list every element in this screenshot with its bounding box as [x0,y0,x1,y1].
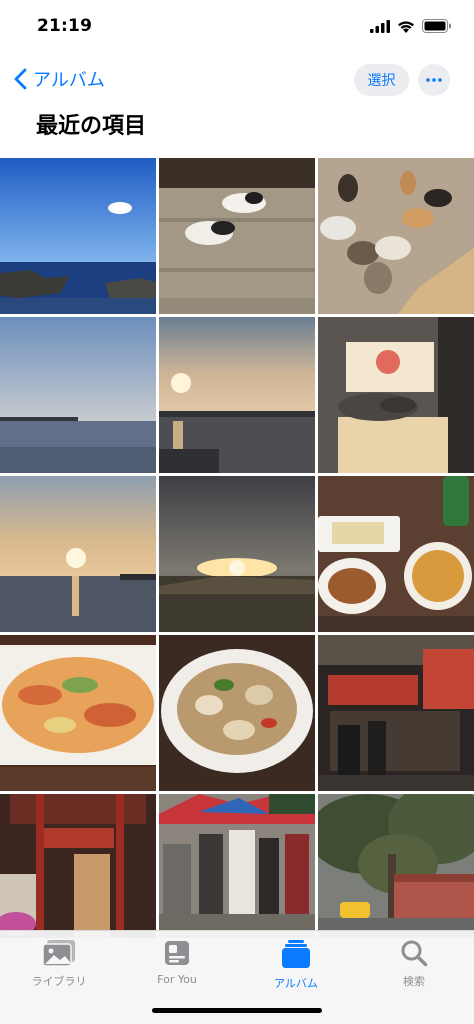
photo-grid [0,158,474,938]
photo-thumbnail[interactable] [0,158,156,314]
page-title: 最近の項目 [36,114,147,139]
photo-thumbnail[interactable] [318,635,474,791]
tab-library[interactable]: ライブラリ [9,939,109,989]
back-button-label: アルバム [33,70,105,91]
tab-albums[interactable]: アルバム [246,939,346,991]
ellipsis-icon [426,78,442,82]
for-you-icon [165,941,189,965]
cellular-signal-icon [370,19,390,33]
photo-thumbnail[interactable] [318,317,474,473]
chevron-left-icon [14,68,27,90]
photo-thumbnail[interactable] [0,635,156,791]
search-icon [401,940,428,967]
tab-bar: ライブラリ For You アルバム 検索 [0,930,474,1024]
photo-thumbnail[interactable] [0,317,156,473]
photo-thumbnail[interactable] [0,476,156,632]
status-time: 21:19 [37,16,93,36]
battery-icon [422,19,451,33]
home-indicator[interactable] [152,1008,322,1013]
tab-albums-label: アルバム [274,977,318,990]
albums-icon [282,940,310,968]
back-button[interactable]: アルバム [14,66,105,92]
tab-library-label: ライブラリ [31,975,87,988]
photo-thumbnail[interactable] [318,158,474,314]
photo-thumbnail[interactable] [159,476,315,632]
wifi-icon [398,20,414,33]
photo-thumbnail[interactable] [159,635,315,791]
more-button[interactable] [418,64,450,96]
select-button[interactable]: 選択 [354,64,409,96]
photo-thumbnail[interactable] [318,476,474,632]
photo-thumbnail[interactable] [159,158,315,314]
photo-thumbnail[interactable] [159,317,315,473]
photo-library-icon [42,940,75,967]
photo-thumbnail[interactable] [0,794,156,938]
photo-thumbnail[interactable] [159,794,315,938]
status-icons [370,19,452,33]
tab-for-you-label: For You [157,973,197,986]
tab-search[interactable]: 検索 [364,939,464,989]
tab-search-label: 検索 [403,975,425,988]
status-bar: 21:19 [0,0,474,54]
photo-thumbnail[interactable] [318,794,474,938]
tab-for-you[interactable]: For You [127,939,227,986]
